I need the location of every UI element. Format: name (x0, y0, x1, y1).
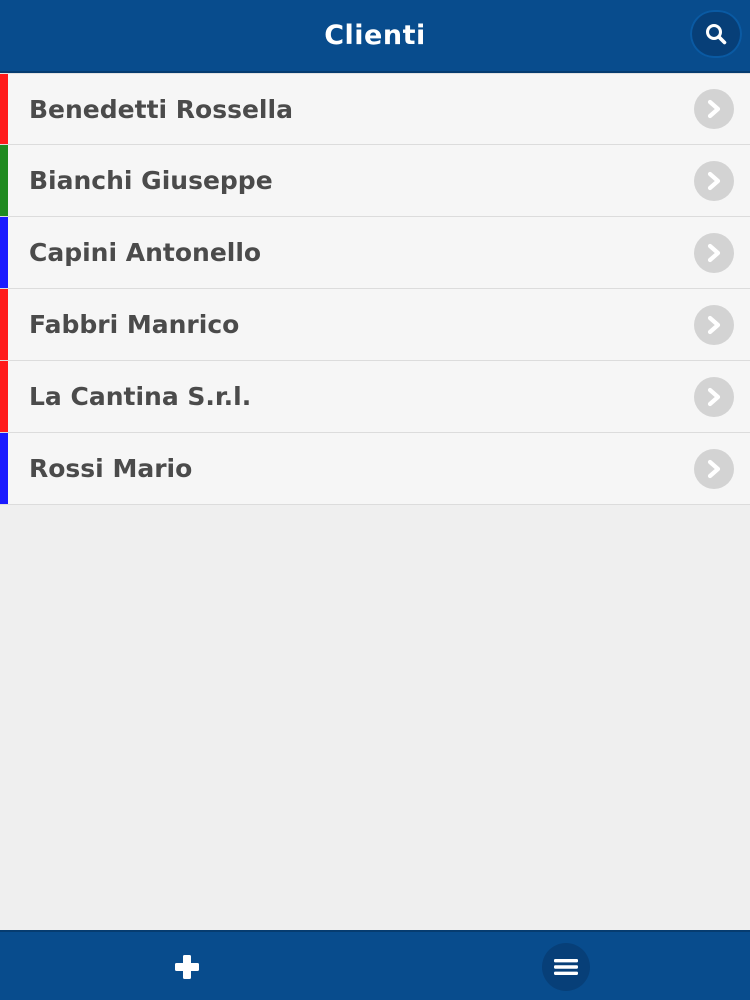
menu-button[interactable] (542, 943, 590, 991)
chevron-right-icon[interactable] (694, 89, 734, 129)
client-name: Capini Antonello (29, 238, 262, 267)
client-list-item[interactable]: Bianchi Giuseppe (0, 145, 750, 217)
client-name: Rossi Mario (29, 454, 193, 483)
chevron-right-icon[interactable] (694, 160, 734, 201)
client-name: La Cantina S.r.l. (29, 382, 252, 411)
plus-icon (175, 955, 199, 979)
client-list-item[interactable]: La Cantina S.r.l. (0, 361, 750, 433)
add-client-button[interactable] (163, 943, 211, 991)
chevron-right-icon[interactable] (694, 376, 734, 417)
chevron-right-icon[interactable] (694, 232, 734, 273)
client-name: Benedetti Rossella (29, 94, 293, 124)
client-color-stripe (0, 217, 8, 288)
client-name: Bianchi Giuseppe (29, 166, 273, 195)
chevron-right-icon[interactable] (694, 448, 734, 489)
chevron-right-icon[interactable] (694, 304, 734, 345)
client-list-item[interactable]: Rossi Mario (0, 433, 750, 505)
app-header: Clienti (0, 0, 750, 73)
app-footer (0, 930, 750, 1000)
search-button[interactable] (690, 10, 742, 58)
page-title: Clienti (324, 20, 426, 51)
client-color-stripe (0, 361, 8, 432)
client-list: Benedetti Rossella Bianchi Giuseppe Capini… (0, 73, 750, 505)
client-color-stripe (0, 433, 8, 504)
client-list-item[interactable]: Capini Antonello (0, 217, 750, 289)
hamburger-menu-icon (554, 959, 578, 975)
client-name: Fabbri Manrico (29, 310, 240, 339)
client-color-stripe (0, 289, 8, 360)
client-list-item[interactable]: Benedetti Rossella (0, 73, 750, 145)
client-list-item[interactable]: Fabbri Manrico (0, 289, 750, 361)
search-icon (706, 24, 727, 45)
client-color-stripe (0, 74, 8, 144)
client-color-stripe (0, 145, 8, 216)
